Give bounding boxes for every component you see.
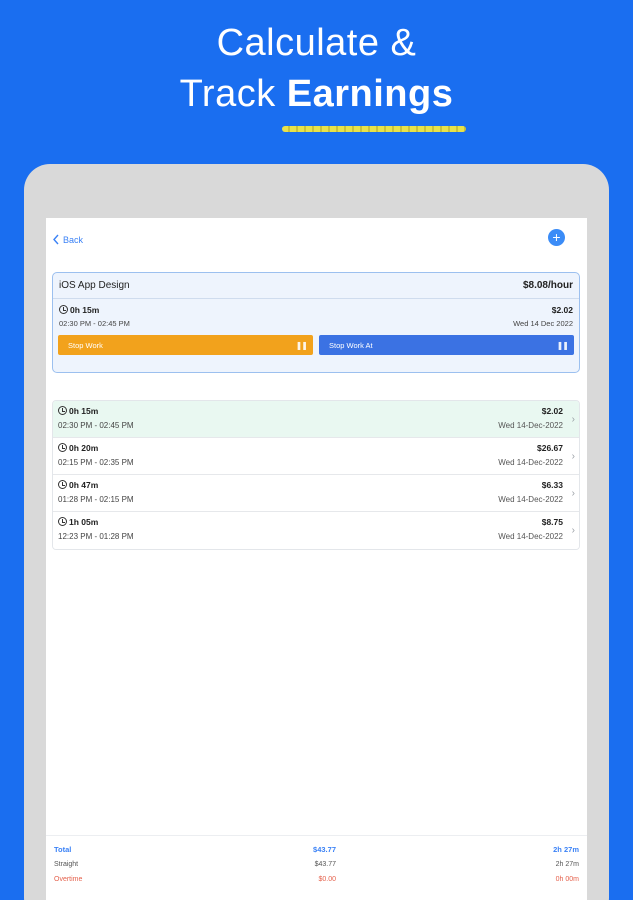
earnings-summary: Total $43.77 2h 27m Straight $43.77 2h 2… [46, 835, 587, 887]
clock-icon [58, 480, 67, 489]
summary-total-row: Total $43.77 2h 27m [46, 842, 587, 857]
overtime-time: 0h 00m [555, 876, 579, 883]
add-entry-button[interactable]: + [548, 229, 565, 246]
entry-amount: $26.67 [537, 443, 563, 453]
plus-icon: + [552, 229, 561, 245]
headline-underline [282, 126, 466, 132]
entry-amount: $6.33 [541, 480, 563, 490]
stop-work-at-label: Stop Work At [329, 340, 373, 350]
chevron-left-icon [53, 234, 59, 245]
entry-duration: 0h 20m [69, 443, 99, 453]
clock-icon [58, 443, 67, 452]
entry-time-range: 02:30 PM - 02:45 PM [58, 421, 134, 430]
hourly-rate: $8.08/hour [522, 280, 573, 291]
entry-duration: 0h 47m [69, 480, 99, 490]
job-title: iOS App Design [59, 280, 130, 291]
entry-duration: 1h 05m [69, 517, 99, 527]
entry-duration: 0h 15m [69, 406, 99, 416]
total-label: Total [54, 845, 72, 854]
stop-work-label: Stop Work [68, 340, 103, 350]
active-date: Wed 14 Dec 2022 [513, 319, 573, 328]
chevron-right-icon: › [571, 451, 575, 462]
entry-date: Wed 14-Dec-2022 [498, 532, 563, 541]
nav-bar: Back + [46, 218, 587, 260]
list-item[interactable]: 0h 47m 01:28 PM - 02:15 PM $6.33 Wed 14-… [53, 475, 579, 512]
promo-headline: Calculate & Track Earnings [0, 18, 633, 120]
chevron-right-icon: › [571, 525, 575, 536]
app-screen: Back + iOS App Design $8.08/hour 0h 15m … [46, 218, 587, 900]
active-time-range: 02:30 PM - 02:45 PM [59, 319, 130, 328]
chevron-right-icon: › [571, 488, 575, 499]
entry-date: Wed 14-Dec-2022 [498, 495, 563, 504]
straight-label: Straight [54, 861, 79, 868]
active-job-details: 0h 15m 02:30 PM - 02:45 PM $2.02 Wed 14 … [53, 299, 579, 328]
back-button[interactable]: Back [52, 234, 83, 245]
straight-amount: $43.77 [314, 861, 336, 868]
time-entries-list: 0h 15m 02:30 PM - 02:45 PM $2.02 Wed 14-… [52, 400, 580, 550]
entry-time-range: 02:15 PM - 02:35 PM [58, 458, 134, 467]
list-item[interactable]: 0h 15m 02:30 PM - 02:45 PM $2.02 Wed 14-… [53, 401, 579, 438]
entry-amount: $8.75 [541, 517, 563, 527]
headline-line-1: Calculate & [216, 22, 417, 64]
straight-time: 2h 27m [555, 861, 579, 868]
overtime-amount: $0.00 [318, 876, 336, 883]
headline-line-2: Track Earnings [0, 68, 633, 120]
clock-icon [58, 517, 67, 526]
back-label: Back [63, 234, 84, 245]
active-amount: $2.02 [551, 305, 573, 315]
entry-time-range: 12:23 PM - 01:28 PM [58, 532, 134, 541]
headline-prefix: Track [179, 73, 287, 115]
chevron-right-icon: › [571, 414, 575, 425]
summary-straight-row: Straight $43.77 2h 27m [46, 857, 587, 872]
entry-time-range: 01:28 PM - 02:15 PM [58, 495, 134, 504]
overtime-label: Overtime [54, 876, 83, 883]
stop-work-button[interactable]: Stop Work ❚❚ [58, 335, 313, 355]
entry-date: Wed 14-Dec-2022 [498, 458, 563, 467]
total-time: 2h 27m [553, 845, 579, 854]
list-item[interactable]: 0h 20m 02:15 PM - 02:35 PM $26.67 Wed 14… [53, 438, 579, 475]
clock-icon [58, 406, 67, 415]
summary-overtime-row: Overtime $0.00 0h 00m [46, 872, 587, 887]
active-duration: 0h 15m [70, 305, 100, 315]
active-job-header: iOS App Design $8.08/hour [53, 273, 579, 299]
list-item[interactable]: 1h 05m 12:23 PM - 01:28 PM $8.75 Wed 14-… [53, 512, 579, 549]
clock-icon [59, 305, 68, 314]
pause-icon: ❚❚ [295, 340, 308, 350]
active-job-card: iOS App Design $8.08/hour 0h 15m 02:30 P… [52, 272, 580, 373]
entry-date: Wed 14-Dec-2022 [498, 421, 563, 430]
total-amount: $43.77 [313, 845, 336, 854]
pause-icon: ❚❚ [556, 340, 569, 350]
headline-emphasis: Earnings [286, 73, 454, 115]
entry-amount: $2.02 [541, 406, 563, 416]
stop-work-at-button[interactable]: Stop Work At ❚❚ [319, 335, 574, 355]
